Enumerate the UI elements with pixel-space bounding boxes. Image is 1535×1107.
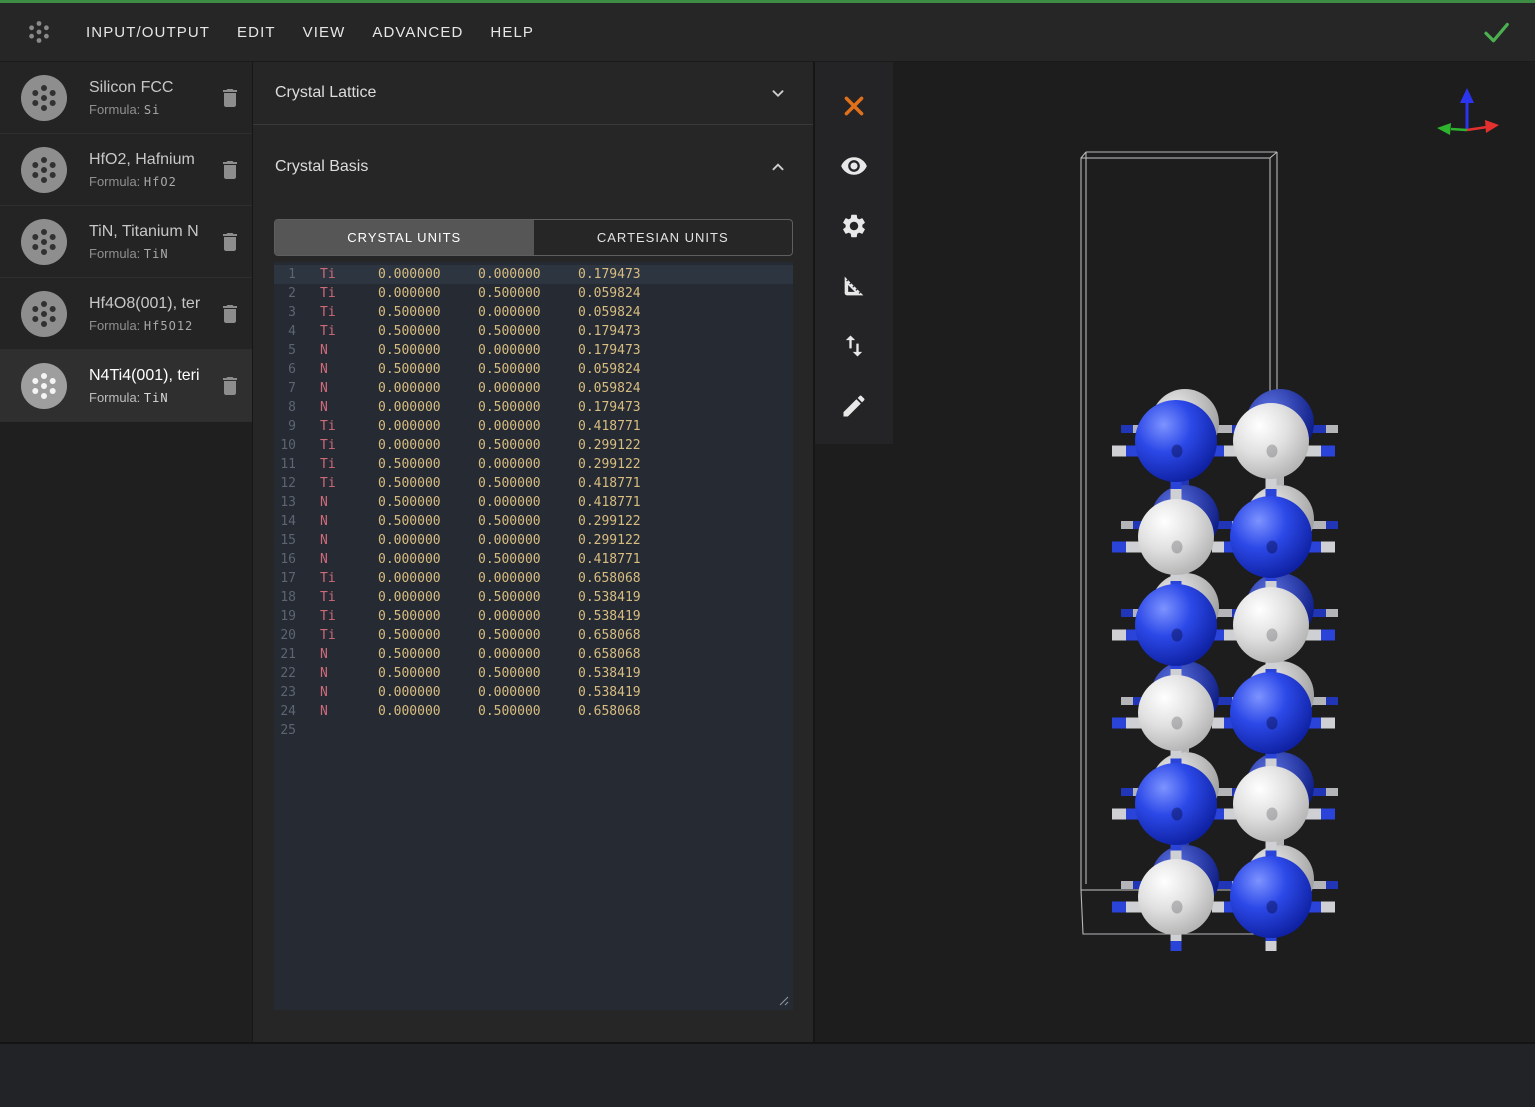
material-avatar-icon [21, 363, 67, 409]
basis-line[interactable]: 20Ti0.5000000.5000000.658068 [274, 626, 793, 645]
basis-line[interactable]: 15N0.0000000.0000000.299122 [274, 531, 793, 550]
basis-line[interactable]: 7N0.0000000.0000000.059824 [274, 379, 793, 398]
crystal-lattice-section-header[interactable]: Crystal Lattice [253, 62, 813, 125]
delete-trash-icon[interactable] [218, 230, 242, 254]
basis-units-tabbar: CRYSTAL UNITS CARTESIAN UNITS [274, 219, 793, 256]
basis-line[interactable]: 8N0.0000000.5000000.179473 [274, 398, 793, 417]
sidebar-material-item[interactable]: TiN, Titanium N Formula: TiN [0, 206, 252, 278]
basis-line[interactable]: 2Ti0.0000000.5000000.059824 [274, 284, 793, 303]
material-editor-panel: Crystal Lattice Crystal Basis CRYSTAL UN… [253, 62, 815, 1042]
measure-set-square-icon[interactable] [840, 272, 868, 300]
crystal-lattice-title: Crystal Lattice [275, 84, 767, 102]
basis-line[interactable]: 9Ti0.0000000.0000000.418771 [274, 417, 793, 436]
material-title: N4Ti4(001), teri [89, 367, 212, 385]
confirm-check-icon[interactable] [1481, 17, 1511, 47]
main-menu: INPUT/OUTPUT EDIT VIEW ADVANCED HELP [86, 24, 534, 41]
app-logo-icon [24, 17, 54, 47]
material-title: Hf4O8(001), ter [89, 295, 212, 313]
basis-line[interactable]: 22N0.5000000.5000000.538419 [274, 664, 793, 683]
material-formula: Formula: Si [89, 102, 212, 117]
tab-cartesian-units[interactable]: CARTESIAN UNITS [534, 220, 793, 255]
basis-line[interactable]: 19Ti0.5000000.0000000.538419 [274, 607, 793, 626]
delete-trash-icon[interactable] [218, 374, 242, 398]
sidebar-material-item[interactable]: N4Ti4(001), teri Formula: TiN [0, 350, 252, 422]
material-title: TiN, Titanium N [89, 223, 212, 241]
menu-input-output[interactable]: INPUT/OUTPUT [86, 24, 210, 41]
sidebar-material-item[interactable]: Hf4O8(001), ter Formula: Hf5O12 [0, 278, 252, 350]
basis-line[interactable]: 12Ti0.5000000.5000000.418771 [274, 474, 793, 493]
material-title: Silicon FCC [89, 79, 212, 97]
material-formula: Formula: TiN [89, 390, 212, 405]
sidebar-material-item[interactable]: Silicon FCC Formula: Si [0, 62, 252, 134]
basis-line[interactable]: 1Ti0.0000000.0000000.179473 [274, 265, 793, 284]
basis-line[interactable]: 10Ti0.0000000.5000000.299122 [274, 436, 793, 455]
delete-trash-icon[interactable] [218, 302, 242, 326]
material-title: HfO2, Hafnium [89, 151, 212, 169]
crystal-basis-section-header[interactable]: Crystal Basis [253, 146, 813, 188]
menu-view[interactable]: VIEW [303, 24, 346, 41]
menu-edit[interactable]: EDIT [237, 24, 276, 41]
basis-line[interactable]: 14N0.5000000.5000000.299122 [274, 512, 793, 531]
basis-line[interactable]: 13N0.5000000.0000000.418771 [274, 493, 793, 512]
close-icon[interactable] [840, 92, 868, 120]
swap-vertical-icon[interactable] [840, 332, 868, 360]
basis-line[interactable]: 21N0.5000000.0000000.658068 [274, 645, 793, 664]
basis-line[interactable]: 17Ti0.0000000.0000000.658068 [274, 569, 793, 588]
viewer-canvas[interactable] [815, 62, 1535, 1042]
material-avatar-icon [21, 291, 67, 337]
delete-trash-icon[interactable] [218, 158, 242, 182]
edit-pencil-icon[interactable] [840, 392, 868, 420]
material-formula: Formula: HfO2 [89, 174, 212, 189]
chevron-down-icon[interactable] [767, 82, 789, 104]
axes-gizmo [1423, 82, 1507, 148]
crystal-basis-title: Crystal Basis [275, 158, 767, 176]
basis-line[interactable]: 23N0.0000000.0000000.538419 [274, 683, 793, 702]
status-bar [0, 1042, 1535, 1107]
materials-sidebar: Silicon FCC Formula: Si HfO2, Hafnium Fo… [0, 62, 253, 1042]
menu-advanced[interactable]: ADVANCED [372, 24, 463, 41]
material-formula: Formula: TiN [89, 246, 212, 261]
delete-trash-icon[interactable] [218, 86, 242, 110]
basis-line[interactable]: 18Ti0.0000000.5000000.538419 [274, 588, 793, 607]
material-avatar-icon [21, 75, 67, 121]
viewer-toolbar [815, 62, 893, 444]
basis-line[interactable]: 4Ti0.5000000.5000000.179473 [274, 322, 793, 341]
sidebar-material-item[interactable]: HfO2, Hafnium Formula: HfO2 [0, 134, 252, 206]
basis-line[interactable]: 5N0.5000000.0000000.179473 [274, 341, 793, 360]
basis-line[interactable]: 16N0.0000000.5000000.418771 [274, 550, 793, 569]
basis-line[interactable]: 3Ti0.5000000.0000000.059824 [274, 303, 793, 322]
crystal-structure [815, 62, 1535, 1042]
app-bar: INPUT/OUTPUT EDIT VIEW ADVANCED HELP [0, 3, 1535, 62]
material-avatar-icon [21, 147, 67, 193]
material-formula: Formula: Hf5O12 [89, 318, 212, 333]
material-avatar-icon [21, 219, 67, 265]
chevron-up-icon[interactable] [767, 156, 789, 178]
basis-line[interactable]: 24N0.0000000.5000000.658068 [274, 702, 793, 721]
basis-coordinates-editor[interactable]: 1Ti0.0000000.0000000.1794732Ti0.0000000.… [274, 262, 793, 1010]
basis-line[interactable]: 6N0.5000000.5000000.059824 [274, 360, 793, 379]
resize-handle-icon[interactable] [777, 994, 789, 1006]
visibility-eye-icon[interactable] [840, 152, 868, 180]
basis-line[interactable]: 11Ti0.5000000.0000000.299122 [274, 455, 793, 474]
menu-help[interactable]: HELP [490, 24, 534, 41]
tab-crystal-units[interactable]: CRYSTAL UNITS [275, 220, 534, 255]
basis-line-empty[interactable]: 25 [274, 721, 793, 740]
settings-gear-icon[interactable] [840, 212, 868, 240]
